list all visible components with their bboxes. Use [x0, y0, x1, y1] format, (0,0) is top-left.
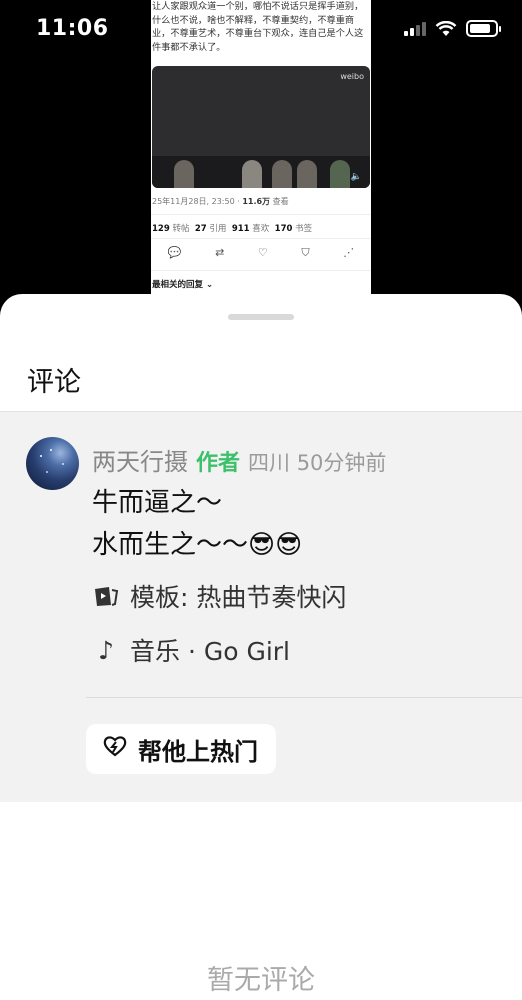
repost-icon[interactable]: ⇄: [215, 246, 224, 260]
reply-icon[interactable]: 💬: [168, 246, 182, 260]
comment-header: 两天行摄 作者 四川 50分钟前: [92, 442, 386, 477]
comment-location-time: 四川 50分钟前: [248, 451, 387, 475]
music-note-icon: ♪: [98, 635, 114, 665]
music-link[interactable]: ♪ 音乐 · Go Girl: [92, 632, 290, 668]
boost-hot-label: 帮他上热门: [138, 737, 258, 766]
battery-icon: [466, 20, 501, 37]
template-label: 模板: 热曲节奏快闪: [130, 583, 347, 612]
wifi-icon: [435, 20, 457, 37]
post-text: 让人家跟观众道一个别，哪怕不说话只是挥手道别，什么也不说，啥也不解释，不尊重契约…: [152, 1, 364, 53]
comments-sheet: 评论 两天行摄 作者 四川 50分钟前 牛而逼之～ 水而生之～～😎😎 模板: 热…: [0, 294, 522, 1000]
background-post: 让人家跟观众道一个别，哪怕不说话只是挥手道别，什么也不说，啥也不解释，不尊重契约…: [151, 0, 371, 300]
comment-item[interactable]: 两天行摄 作者 四川 50分钟前 牛而逼之～ 水而生之～～😎😎 模板: 热曲节奏…: [0, 412, 522, 802]
sheet-grabber[interactable]: [228, 314, 294, 320]
post-video[interactable]: weibo 🔈: [152, 66, 370, 188]
author-badge: 作者: [196, 451, 241, 476]
post-actions: 💬 ⇄ ♡ ⛉ ⋰: [151, 246, 371, 260]
bookmark-icon[interactable]: ⛉: [301, 246, 309, 260]
sheet-title: 评论: [27, 367, 81, 398]
avatar[interactable]: [26, 437, 79, 490]
share-icon[interactable]: ⋰: [343, 246, 354, 260]
music-label: 音乐 · Go Girl: [130, 637, 290, 666]
video-watermark: weibo: [340, 72, 364, 81]
comment-text: 牛而逼之～ 水而生之～～😎😎: [92, 488, 303, 560]
cellular-signal-icon: [404, 21, 426, 36]
no-more-comments: 暂无评论: [207, 965, 315, 996]
post-stats: 129 转帖 27 引用 911 喜欢 170 书签: [152, 224, 313, 234]
volume-icon[interactable]: 🔈: [351, 172, 362, 182]
sort-replies[interactable]: 最相关的回复 ⌄: [152, 278, 213, 290]
status-time: 11:06: [36, 16, 109, 41]
template-icon: [92, 584, 120, 608]
boost-hot-button[interactable]: 帮他上热门: [86, 724, 276, 774]
heart-boost-icon: [102, 734, 128, 764]
status-icons: [404, 20, 501, 37]
like-icon[interactable]: ♡: [258, 246, 268, 260]
template-link[interactable]: 模板: 热曲节奏快闪: [92, 578, 346, 614]
battery-fill: [470, 24, 491, 33]
comment-author-name[interactable]: 两天行摄: [92, 442, 188, 477]
post-meta: 25年11月28日, 23:50 · 11.6万 查看: [152, 197, 289, 206]
